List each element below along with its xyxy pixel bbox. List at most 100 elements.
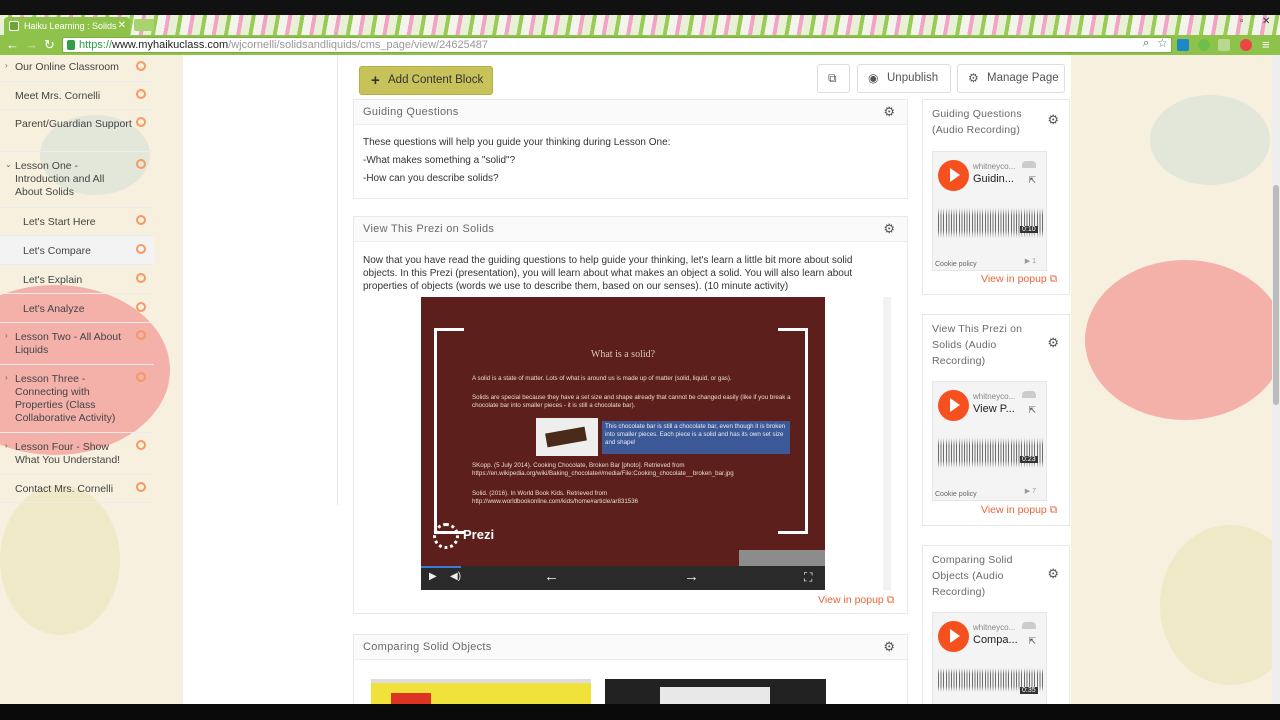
sidebar-item-lesson-two[interactable]: › Lesson Two - All About Liquids (0, 323, 154, 365)
soundcloud-cloud-icon[interactable] (1022, 161, 1036, 168)
soundcloud-user[interactable]: whitneyco... (973, 623, 1015, 632)
extension-evernote-icon[interactable] (1198, 39, 1210, 51)
soundcloud-track[interactable]: View P... (973, 403, 1015, 415)
slide-citation: Solid. (2016). In World Book Kids. Retri… (472, 490, 639, 505)
url-scheme: https:// (79, 39, 113, 51)
waveform[interactable] (938, 204, 1043, 242)
unpublish-button[interactable]: ◉ Unpublish (857, 64, 951, 93)
gear-icon[interactable]: ⚙ (1047, 335, 1059, 351)
soundcloud-player: whitneyco... View P... ⇱ 0:23 Cookie pol… (932, 381, 1047, 501)
sidebar-item-lesson-four[interactable]: › Lesson Four - Show What You Understand… (0, 433, 154, 475)
close-window-icon[interactable]: ✕ (1262, 16, 1270, 27)
share-icon[interactable]: ⇱ (1028, 405, 1036, 416)
audio-ring-icon (136, 273, 146, 283)
track-duration: 0:10 (1020, 226, 1038, 233)
play-button[interactable] (938, 160, 969, 191)
plus-icon: + (371, 72, 380, 89)
previous-step-icon[interactable]: ← (544, 569, 559, 585)
guiding-questions-block: Guiding Questions ⚙ These questions will… (353, 99, 908, 199)
back-icon[interactable]: ← (6, 37, 19, 53)
cookie-policy-link[interactable]: Cookie policy (935, 261, 977, 268)
sidebar-item-label: Lesson Three - Connecting with Propertie… (15, 373, 116, 424)
gear-icon[interactable]: ⚙ (883, 104, 895, 120)
bookmark-star-icon[interactable]: ☆ (1157, 36, 1169, 50)
sidebar-item-contact[interactable]: Contact Mrs. Cornelli (0, 475, 154, 503)
balloon-decoration (0, 485, 120, 635)
play-icon[interactable]: ▶ (429, 569, 437, 585)
restore-window-icon[interactable]: ▫ (1240, 16, 1244, 27)
manage-page-label: Manage Page (987, 72, 1059, 84)
gear-icon[interactable]: ⚙ (883, 639, 895, 655)
soundcloud-track[interactable]: Compa... (973, 634, 1018, 646)
fullscreen-icon[interactable]: ⛶ (804, 569, 812, 585)
browser-tab[interactable]: Haiku Learning : Solids ✕ (4, 17, 130, 35)
zoom-icon[interactable]: ⌕ (1143, 37, 1155, 49)
sidebar-item-parent-support[interactable]: Parent/Guardian Support (0, 110, 154, 152)
caret-down-icon: ⌄ (5, 160, 12, 169)
gear-icon[interactable]: ⚙ (1047, 112, 1059, 128)
gear-icon[interactable]: ⚙ (1047, 566, 1059, 582)
menu-icon[interactable]: ≡ (1262, 37, 1274, 52)
new-tab-button[interactable] (134, 19, 154, 31)
forward-icon[interactable]: → (25, 37, 38, 53)
sidebar-item-lesson-one[interactable]: ⌄ Lesson One - Introduction and All Abou… (0, 152, 154, 208)
os-bottom-bar (0, 704, 1280, 720)
volume-icon[interactable]: ◀) (450, 569, 461, 585)
embed-scrollbar[interactable] (883, 297, 891, 590)
extension-s-icon[interactable] (1177, 39, 1189, 51)
balloon-decoration (1160, 525, 1280, 685)
play-count: ▶ 1 (1024, 258, 1036, 265)
sidebar-item-label: Let's Analyze (23, 303, 85, 315)
page-scrollbar[interactable] (1272, 55, 1280, 704)
sidebar-item-explain[interactable]: Let's Explain (0, 265, 154, 294)
soundcloud-track[interactable]: Guidin... (973, 173, 1014, 185)
sidebar-item-label: Let's Explain (23, 274, 83, 286)
sidebar-item-lesson-three[interactable]: › Lesson Three - Connecting with Propert… (0, 365, 154, 433)
lock-icon (67, 40, 75, 50)
sidebar-item-compare[interactable]: Let's Compare (0, 236, 154, 265)
share-icon[interactable]: ⇱ (1028, 175, 1036, 186)
view-in-popup-link[interactable]: View in popup ⧉ (981, 504, 1057, 517)
address-bar[interactable]: https://www.myhaikuclass.com/wjcornelli/… (62, 37, 1172, 53)
play-button[interactable] (938, 621, 969, 652)
caret-right-icon: › (5, 441, 8, 450)
view-in-popup-link[interactable]: View in popup ⧉ (818, 594, 894, 607)
page-scrollbar-thumb[interactable] (1273, 185, 1279, 405)
prezi-controls: ▶ ◀) ← → ⛶ (421, 566, 825, 590)
tab-close-icon[interactable]: ✕ (118, 17, 126, 35)
sidebar (183, 55, 338, 505)
soundcloud-user[interactable]: whitneyco... (973, 392, 1015, 401)
manage-page-button[interactable]: ⚙ Manage Page (957, 64, 1065, 93)
soundcloud-user[interactable]: whitneyco... (973, 162, 1015, 171)
balloon-decoration (1150, 95, 1270, 185)
soundcloud-cloud-icon[interactable] (1022, 391, 1036, 398)
sidebar-item-label: Lesson Two - All About Liquids (15, 331, 122, 356)
extension-icon[interactable] (1218, 39, 1230, 51)
sidebar-item-online-classroom[interactable]: › Our Online Classroom (0, 55, 154, 82)
audio-ring-icon (136, 215, 146, 225)
add-content-block-button[interactable]: + Add Content Block (359, 66, 493, 95)
play-icon (950, 629, 960, 643)
view-in-popup-link[interactable]: View in popup ⧉ (981, 273, 1057, 286)
sidebar-item-analyze[interactable]: Let's Analyze (0, 294, 154, 323)
audio-ring-icon (136, 440, 146, 450)
block-title: Comparing Solid Objects (363, 641, 492, 653)
sidebar-item-meet[interactable]: Meet Mrs. Cornelli (0, 82, 154, 110)
waveform[interactable] (938, 434, 1043, 472)
haiku-favicon-icon (9, 21, 19, 31)
next-step-icon[interactable]: → (684, 569, 699, 585)
sidebar-item-label: Contact Mrs. Cornelli (15, 483, 114, 495)
sidebar-item-start-here[interactable]: Let's Start Here (0, 208, 154, 236)
prezi-embed[interactable]: What is a solid? A solid is a state of m… (421, 297, 825, 590)
gear-icon[interactable]: ⚙ (883, 221, 895, 237)
share-icon[interactable]: ⇱ (1028, 636, 1036, 647)
play-button[interactable] (938, 390, 969, 421)
copy-page-button[interactable]: ⧉ (817, 64, 850, 93)
soundcloud-cloud-icon[interactable] (1022, 622, 1036, 629)
sidebar-item-label: Lesson Four - Show What You Understand! (15, 441, 121, 466)
extension-red-icon[interactable] (1240, 39, 1252, 51)
cookie-policy-link[interactable]: Cookie policy (935, 491, 977, 498)
reload-icon[interactable]: ↻ (44, 37, 55, 53)
prezi-slide: What is a solid? A solid is a state of m… (421, 297, 825, 566)
view-in-popup-label: View in popup (818, 594, 884, 606)
